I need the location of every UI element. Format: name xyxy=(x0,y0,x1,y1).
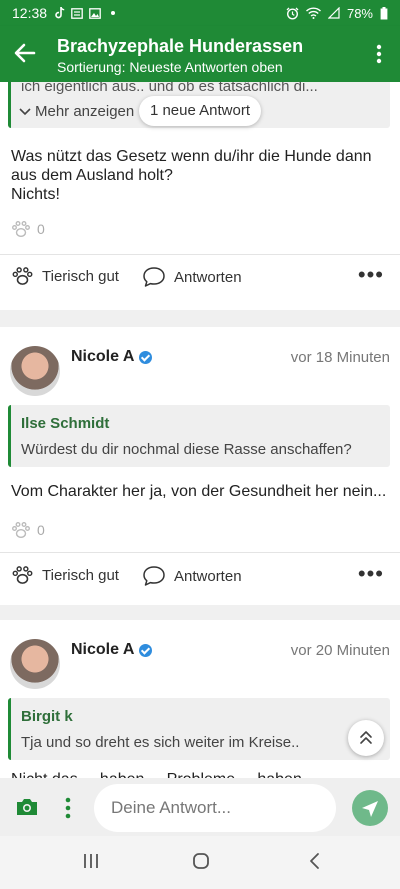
answers-list[interactable]: ich eigentlich aus.. und ob es tatsächli… xyxy=(0,82,400,778)
quote-author: Birgit k xyxy=(21,708,73,725)
reply-label: Antworten xyxy=(174,567,242,585)
quote-block[interactable]: Birgit k Tja und so dreht es sich weiter… xyxy=(8,698,390,760)
verified-badge-icon xyxy=(139,350,153,364)
tiktok-icon xyxy=(55,7,65,19)
verified-badge-icon xyxy=(139,643,153,657)
camera-icon[interactable] xyxy=(15,797,39,817)
paw-count: 0 xyxy=(11,220,45,238)
notification-icons xyxy=(55,7,116,19)
page-title: Brachyzephale Hunderassen xyxy=(57,36,304,56)
paw-icon xyxy=(12,267,33,285)
back-arrow-icon[interactable] xyxy=(12,40,38,66)
gallery-icon xyxy=(89,7,101,19)
quote-text: Würdest du dir nochmal diese Rasse ansch… xyxy=(21,441,352,458)
app-bar: Brachyzephale Hunderassen Sortierung: Ne… xyxy=(0,26,400,82)
paw-count: 0 xyxy=(11,521,45,539)
new-answers-pill[interactable]: 1 neue Antwort xyxy=(139,96,261,126)
send-button[interactable] xyxy=(352,790,388,826)
signal-icon xyxy=(327,7,340,19)
divider xyxy=(0,552,400,553)
answer-card: Nicole A vor 20 Minuten Birgit k Tja und… xyxy=(0,620,400,778)
like-button[interactable]: Tierisch gut xyxy=(11,565,119,585)
paw-count-value: 0 xyxy=(37,522,45,538)
dot-icon xyxy=(111,11,116,15)
like-label: Tierisch gut xyxy=(42,566,119,584)
status-bar: 12:38 78% xyxy=(0,0,400,26)
divider xyxy=(0,254,400,255)
paw-icon xyxy=(12,221,30,237)
recent-apps-icon[interactable] xyxy=(82,852,100,870)
quote-text: ich eigentlich aus.. und ob es tatsächli… xyxy=(21,82,318,95)
news-icon xyxy=(71,7,83,19)
reply-button[interactable]: Antworten xyxy=(142,565,242,587)
reply-label: Antworten xyxy=(174,268,242,286)
post-options-icon[interactable]: ••• xyxy=(358,563,384,585)
answer-line: Nichts! xyxy=(11,186,60,203)
scroll-to-top-button[interactable] xyxy=(348,720,384,756)
quote-block[interactable]: Ilse Schmidt Würdest du dir nochmal dies… xyxy=(8,405,390,467)
avatar[interactable] xyxy=(10,639,60,689)
double-chevron-up-icon xyxy=(360,731,372,744)
paw-count-value: 0 xyxy=(37,221,45,237)
answer-card: Nicole A vor 18 Minuten Ilse Schmidt Wür… xyxy=(0,327,400,605)
answer-text: Was nützt das Gesetz wenn du/ihr die Hun… xyxy=(11,147,372,204)
quote-text: Tja und so dreht es sich weiter im Kreis… xyxy=(21,734,300,751)
sort-subtitle[interactable]: Sortierung: Neueste Antworten oben xyxy=(57,59,283,75)
answer-text: Vom Charakter her ja, von der Gesundheit… xyxy=(11,482,386,501)
speech-bubble-icon xyxy=(143,566,165,586)
attachment-menu-icon[interactable] xyxy=(65,797,71,819)
author-name[interactable]: Nicole A xyxy=(71,641,153,659)
like-label: Tierisch gut xyxy=(42,267,119,285)
answer-line: aus dem Ausland holt? xyxy=(11,167,173,184)
battery-icon xyxy=(380,6,388,19)
battery-percent: 78% xyxy=(346,5,373,21)
wifi-icon xyxy=(305,7,321,19)
avatar[interactable] xyxy=(10,346,60,396)
reply-composer xyxy=(0,778,400,836)
answer-line: Was nützt das Gesetz wenn du/ihr die Hun… xyxy=(11,148,372,165)
paw-icon xyxy=(12,522,30,538)
post-options-icon[interactable]: ••• xyxy=(358,264,384,286)
quote-author: Ilse Schmidt xyxy=(21,415,110,432)
chevron-down-icon xyxy=(19,107,31,115)
send-icon xyxy=(362,801,378,817)
author-name-text: Nicole A xyxy=(71,641,135,658)
reply-input[interactable] xyxy=(94,784,336,832)
back-icon[interactable] xyxy=(306,852,324,870)
timestamp: vor 20 Minuten xyxy=(290,642,390,659)
system-nav-bar xyxy=(0,836,400,889)
reply-button[interactable]: Antworten xyxy=(142,266,242,288)
paw-icon xyxy=(12,566,33,584)
home-icon[interactable] xyxy=(192,852,210,870)
status-time: 12:38 xyxy=(12,5,48,21)
answer-line: Vom Charakter her ja, von der Gesundheit… xyxy=(11,483,387,500)
like-button[interactable]: Tierisch gut xyxy=(11,266,119,286)
overflow-menu-icon[interactable] xyxy=(376,44,382,64)
speech-bubble-icon xyxy=(143,267,165,287)
answer-text-partial: Nicht das ... haben ... Probleme ... hab… xyxy=(11,770,320,778)
timestamp: vor 18 Minuten xyxy=(290,349,390,366)
show-more-label: Mehr anzeigen xyxy=(35,103,135,120)
author-name[interactable]: Nicole A xyxy=(71,348,153,366)
show-more-link[interactable]: Mehr anzeigen xyxy=(19,103,134,120)
author-name-text: Nicole A xyxy=(71,348,135,365)
alarm-icon xyxy=(286,7,299,20)
